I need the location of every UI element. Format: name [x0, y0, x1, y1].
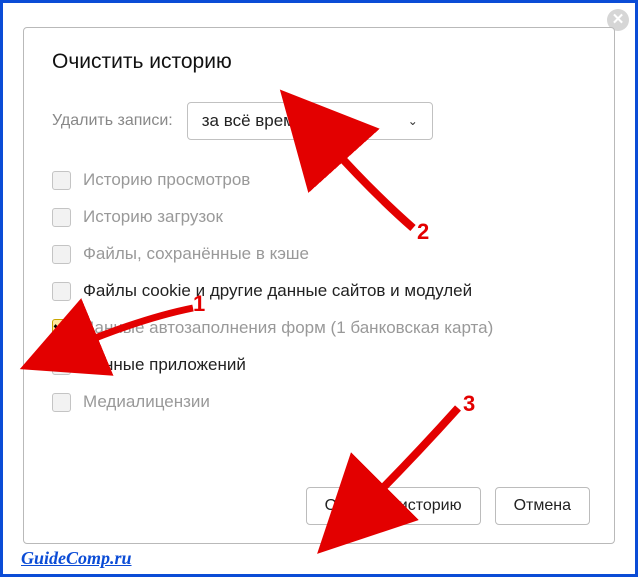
clear-history-button[interactable]: Очистить историю: [306, 487, 481, 525]
annotation-number-3: 3: [463, 391, 475, 417]
option-browsing-history[interactable]: Историю просмотров: [52, 170, 586, 190]
time-range-row: Удалить записи: за всё время ⌄: [52, 102, 586, 140]
options-list: Историю просмотров Историю загрузок Файл…: [52, 170, 586, 412]
checkbox[interactable]: [52, 393, 71, 412]
delete-records-label: Удалить записи:: [52, 112, 173, 130]
dialog-title: Очистить историю: [52, 50, 586, 74]
option-autofill-forms[interactable]: Данные автозаполнения форм (1 банковская…: [52, 318, 586, 338]
option-label: Историю просмотров: [83, 170, 250, 190]
checkbox[interactable]: [52, 356, 71, 375]
dialog-footer: Очистить историю Отмена: [306, 487, 590, 525]
checkbox[interactable]: [52, 245, 71, 264]
option-app-data[interactable]: Данные приложений: [52, 355, 586, 375]
time-range-value: за всё время: [202, 111, 304, 131]
clear-history-dialog: Очистить историю Удалить записи: за всё …: [23, 27, 615, 544]
option-cookies[interactable]: Файлы cookie и другие данные сайтов и мо…: [52, 281, 586, 301]
option-cached-files[interactable]: Файлы, сохранённые в кэше: [52, 244, 586, 264]
chevron-down-icon: ⌄: [408, 114, 418, 128]
option-label: Данные приложений: [83, 355, 246, 375]
option-label: Медиалицензии: [83, 392, 210, 412]
checkbox[interactable]: [52, 171, 71, 190]
option-download-history[interactable]: Историю загрузок: [52, 207, 586, 227]
cancel-button[interactable]: Отмена: [495, 487, 590, 525]
option-label: Данные автозаполнения форм (1 банковская…: [83, 318, 493, 338]
checkbox[interactable]: [52, 282, 71, 301]
annotation-number-2: 2: [417, 219, 429, 245]
option-label: Историю загрузок: [83, 207, 223, 227]
annotation-number-1: 1: [193, 291, 205, 317]
watermark: GuideComp.ru: [21, 548, 132, 569]
option-media-licenses[interactable]: Медиалицензии: [52, 392, 586, 412]
checkbox[interactable]: [52, 208, 71, 227]
option-label: Файлы cookie и другие данные сайтов и мо…: [83, 281, 472, 301]
time-range-select[interactable]: за всё время ⌄: [187, 102, 433, 140]
checkbox-checked[interactable]: [52, 319, 71, 338]
option-label: Файлы, сохранённые в кэше: [83, 244, 309, 264]
